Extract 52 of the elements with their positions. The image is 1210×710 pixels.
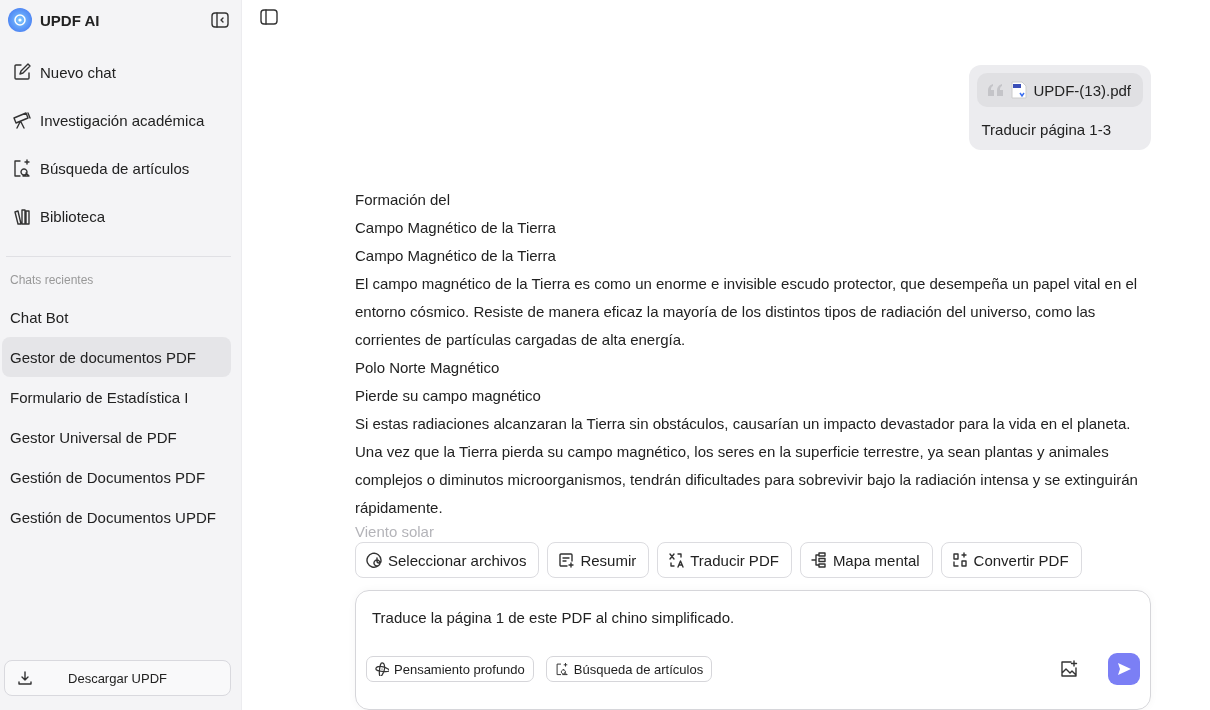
response-paragraph: Polo Norte Magnético xyxy=(355,358,501,378)
response-paragraph: Si estas radiaciones alcanzaran la Tierra sin obstáculos, causarían un impacto devastador para la vida en el planeta. xyxy=(355,414,1132,434)
message-input-field[interactable]: Traduce la página 1 de este PDF al chino simplificado. Pensamiento profundo Búsqueda de artículos xyxy=(355,590,1151,710)
app-name: UPDF AI xyxy=(40,11,101,29)
collapse-sidebar-icon[interactable] xyxy=(211,12,229,28)
recent-chat-item[interactable]: Gestor de documentos PDF xyxy=(2,337,231,377)
recent-chat-item[interactable]: Formulario de Estadística I xyxy=(2,377,231,417)
response-paragraph: Formación del xyxy=(355,190,452,210)
convert-icon xyxy=(951,552,968,568)
app-logo-icon xyxy=(8,8,32,32)
quick-action-button[interactable]: Seleccionar archivos xyxy=(355,542,540,578)
recent-chat-item[interactable]: Chat Bot xyxy=(2,297,231,337)
document-search-icon xyxy=(12,158,32,178)
nav-item[interactable]: Biblioteca xyxy=(0,192,241,240)
nav-item[interactable]: Investigación académica xyxy=(0,96,241,144)
document-search-icon xyxy=(554,662,569,676)
attachment-chip[interactable]: UPDF-(13).pdf xyxy=(977,73,1143,107)
sidebar-toggle-icon[interactable] xyxy=(260,8,278,25)
section-heading: Chats recientes xyxy=(9,273,95,287)
response-paragraph: Una vez que la Tierra pierda su campo magnético, los seres en la superficie terrestre, ya sean plantas y animales complejos o diminutos microorganismos, tendrán dificultades para sobrevivir bajo la radiación intensa y se extinguirán rápidamente. xyxy=(355,442,1139,518)
atom-icon xyxy=(375,662,389,676)
quick-action-button[interactable]: Mapa mental xyxy=(799,542,933,578)
recent-chat-item[interactable]: Gestor Universal de PDF xyxy=(2,417,231,457)
quote-icon xyxy=(987,83,1006,97)
option-button[interactable]: Búsqueda de artículos xyxy=(545,656,713,682)
download-icon xyxy=(17,670,33,686)
summary-icon xyxy=(558,552,575,568)
user-message-text: Traducir página 1-3 xyxy=(980,120,1112,140)
response-paragraph: Campo Magnético de la Tierra xyxy=(355,246,557,266)
library-icon xyxy=(12,206,32,226)
download-button[interactable]: Descargar UPDF xyxy=(4,660,231,696)
edit-icon xyxy=(12,62,32,82)
send-button[interactable] xyxy=(1108,653,1140,685)
quick-action-button[interactable]: Traducir PDF xyxy=(657,542,792,578)
quick-action-button[interactable]: Convertir PDF xyxy=(940,542,1082,578)
mind-map-icon xyxy=(810,552,827,568)
response-paragraph: Pierde su campo magnético xyxy=(355,386,542,406)
recent-chat-item[interactable]: Gestión de Documentos UPDF xyxy=(2,497,231,537)
translate-icon xyxy=(668,552,685,568)
response-paragraph: Viento solar xyxy=(355,522,435,542)
recent-chat-item[interactable]: Gestión de Documentos PDF xyxy=(2,457,231,497)
telescope-icon xyxy=(12,110,32,130)
quick-action-button[interactable]: Resumir xyxy=(547,542,650,578)
nav-item[interactable]: Búsqueda de artículos xyxy=(0,144,241,192)
send-icon xyxy=(1116,661,1132,677)
attachment-name: UPDF-(13).pdf xyxy=(1033,81,1131,99)
image-add-icon[interactable] xyxy=(1060,660,1078,678)
nav-item[interactable]: Nuevo chat xyxy=(0,48,241,96)
option-button[interactable]: Pensamiento profundo xyxy=(366,656,534,682)
response-paragraph: Campo Magnético de la Tierra xyxy=(355,218,557,238)
pdf-file-icon xyxy=(1011,81,1028,99)
response-paragraph: El campo magnético de la Tierra es como un enorme e invisible escudo protector, que desempeña un papel vital en el entorno cósmico. Resiste de manera eficaz la mayoría de los distintos tipos de radiación del universo, como las corrientes de partículas cargadas de alta energía. xyxy=(355,274,1139,350)
